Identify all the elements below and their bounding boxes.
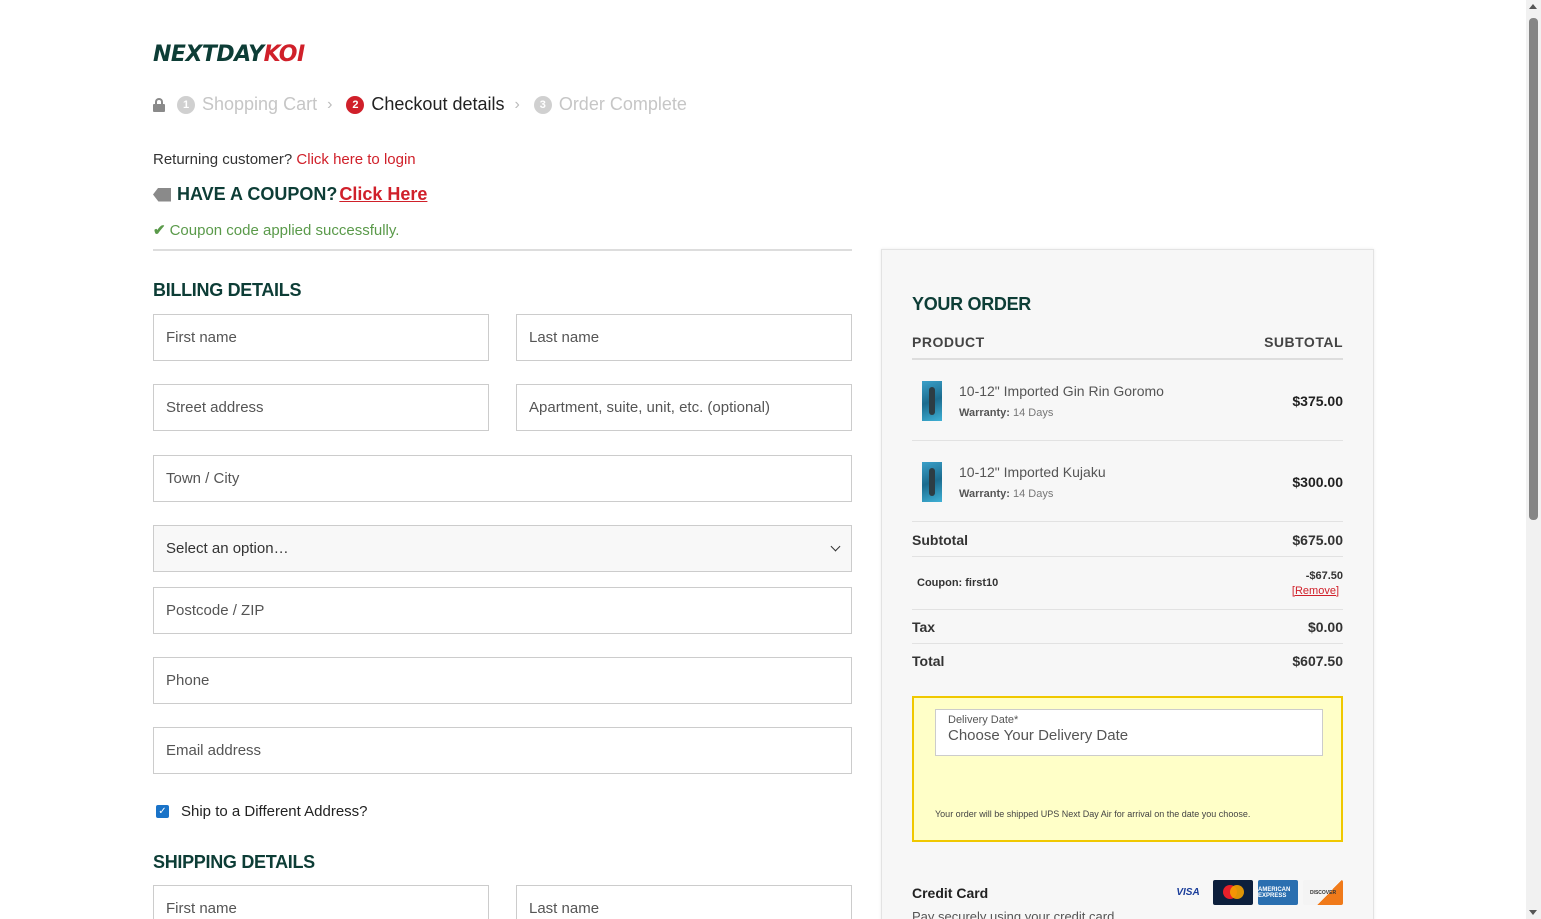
warranty-value: 14 Days	[1013, 487, 1054, 500]
ship-different-address[interactable]: ✓ Ship to a Different Address?	[156, 803, 368, 820]
order-title: YOUR ORDER	[912, 294, 1032, 314]
col-product: PRODUCT	[912, 334, 985, 350]
order-item: 10-12" Imported Gin Rin Goromo Warranty:…	[912, 361, 1343, 441]
billing-city-input[interactable]: Town / City	[153, 455, 852, 502]
step-label: Checkout details	[371, 94, 505, 114]
col-subtotal: SUBTOTAL	[1264, 334, 1343, 350]
shipping-details-title: SHIPPING DETAILS	[153, 852, 315, 872]
mastercard-icon	[1213, 880, 1253, 905]
returning-customer-notice: Returning customer? Click here to login	[153, 151, 416, 168]
remove-coupon-link[interactable]: [Remove]	[1292, 585, 1339, 597]
billing-postcode-input[interactable]: Postcode / ZIP	[153, 587, 852, 634]
product-thumbnail	[922, 380, 942, 421]
billing-details-title: BILLING DETAILS	[153, 280, 302, 300]
chevron-right-icon: ›	[327, 95, 333, 113]
scrollbar-thumb[interactable]	[1529, 18, 1538, 520]
step-order-complete: 3 Order Complete	[533, 94, 687, 115]
order-item: 10-12" Imported Kujaku Warranty: 14 Days…	[912, 442, 1343, 522]
coupon-label: Coupon: first10	[917, 577, 999, 589]
divider	[153, 249, 852, 251]
state-select-value: Select an option…	[166, 540, 289, 557]
delivery-date-input[interactable]: Delivery Date* Choose Your Delivery Date	[935, 709, 1323, 756]
login-link[interactable]: Click here to login	[296, 151, 415, 168]
tax-label: Tax	[912, 618, 936, 635]
billing-street-input[interactable]: Street address	[153, 384, 489, 431]
logo-text-nextday: NEXTDAY	[153, 42, 264, 67]
step-checkout-details[interactable]: 2 Checkout details	[346, 94, 504, 115]
success-text: Coupon code applied successfully.	[169, 222, 400, 239]
page-scrollbar[interactable]	[1526, 0, 1541, 919]
coupon-link[interactable]: Click Here	[339, 184, 427, 205]
step-number: 2	[346, 95, 365, 114]
product-price: $300.00	[1292, 473, 1343, 490]
subtotal-label: Subtotal	[912, 531, 968, 548]
product-price: $375.00	[1292, 392, 1343, 409]
billing-first-name-input[interactable]: First name	[153, 314, 489, 361]
coupon-success-message: ✔ Coupon code applied successfully.	[153, 221, 399, 239]
tax-row: Tax $0.00	[912, 610, 1343, 644]
logo-text-koi: KOI	[263, 42, 306, 67]
coupon-amount: -$67.50	[1305, 569, 1343, 582]
billing-phone-input[interactable]: Phone	[153, 657, 852, 704]
shipping-last-name-input[interactable]: Last name	[516, 885, 852, 919]
delivery-date-box: Delivery Date* Choose Your Delivery Date…	[912, 696, 1343, 842]
billing-email-input[interactable]: Email address	[153, 727, 852, 774]
chevron-down-icon	[830, 541, 841, 552]
product-thumbnail	[922, 461, 942, 502]
total-row: Total $607.50	[912, 644, 1343, 678]
warranty-label: Warranty:	[959, 406, 1010, 419]
billing-apartment-input[interactable]: Apartment, suite, unit, etc. (optional)	[516, 384, 852, 431]
warranty-value: 14 Days	[1013, 406, 1054, 419]
coupon-heading: HAVE A COUPON?	[177, 184, 338, 204]
ship-different-checkbox[interactable]: ✓	[156, 805, 169, 818]
total-value: $607.50	[1292, 653, 1343, 669]
subtotal-row: Subtotal $675.00	[912, 523, 1343, 557]
scroll-up-icon[interactable]	[1529, 4, 1537, 9]
amex-icon: AMERICAN EXPRESS	[1258, 880, 1298, 905]
chevron-right-icon: ›	[514, 95, 520, 113]
subtotal-value: $675.00	[1292, 531, 1343, 548]
lock-icon	[153, 97, 165, 112]
step-label: Order Complete	[558, 94, 687, 114]
card-logos: VISA AMERICAN EXPRESS DISCOVER	[1168, 880, 1343, 905]
billing-last-name-input[interactable]: Last name	[516, 314, 852, 361]
delivery-note: Your order will be shipped UPS Next Day …	[935, 809, 1251, 819]
payment-description: Pay securely using your credit card.	[912, 909, 1118, 919]
coupon-notice: HAVE A COUPON? Click Here	[153, 184, 427, 205]
total-label: Total	[912, 653, 945, 669]
checkmark-icon: ✔	[153, 222, 166, 239]
step-shopping-cart[interactable]: 1 Shopping Cart	[177, 94, 317, 115]
payment-method-label: Credit Card	[912, 884, 989, 901]
step-label: Shopping Cart	[202, 94, 318, 114]
delivery-date-label: Delivery Date*	[948, 714, 1019, 726]
step-number: 1	[177, 95, 195, 114]
visa-icon: VISA	[1176, 887, 1200, 898]
billing-state-select[interactable]: Select an option…	[153, 525, 852, 572]
product-name: 10-12" Imported Kujaku	[959, 463, 1106, 480]
step-number: 3	[533, 95, 552, 114]
coupon-row: Coupon: first10 -$67.50 [Remove]	[912, 557, 1343, 610]
product-name: 10-12" Imported Gin Rin Goromo	[959, 382, 1164, 399]
checkout-steps: 1 Shopping Cart › 2 Checkout details › 3…	[153, 94, 687, 115]
delivery-date-placeholder: Choose Your Delivery Date	[948, 727, 1129, 744]
order-table-header: PRODUCT SUBTOTAL	[912, 334, 1343, 360]
returning-text: Returning customer?	[153, 151, 293, 168]
tag-icon	[153, 187, 171, 202]
order-summary-panel: YOUR ORDER PRODUCT SUBTOTAL 10-12" Impor…	[881, 249, 1374, 919]
warranty-label: Warranty:	[959, 487, 1010, 500]
discover-icon: DISCOVER	[1303, 880, 1343, 905]
tax-value: $0.00	[1307, 618, 1343, 635]
scroll-down-icon[interactable]	[1529, 910, 1537, 915]
ship-different-label: Ship to a Different Address?	[181, 803, 368, 820]
site-logo[interactable]: NEXTDAYKOI	[153, 42, 305, 67]
payment-method-row[interactable]: Credit Card VISA AMERICAN EXPRESS DISCOV…	[912, 880, 1343, 905]
shipping-first-name-input[interactable]: First name	[153, 885, 489, 919]
